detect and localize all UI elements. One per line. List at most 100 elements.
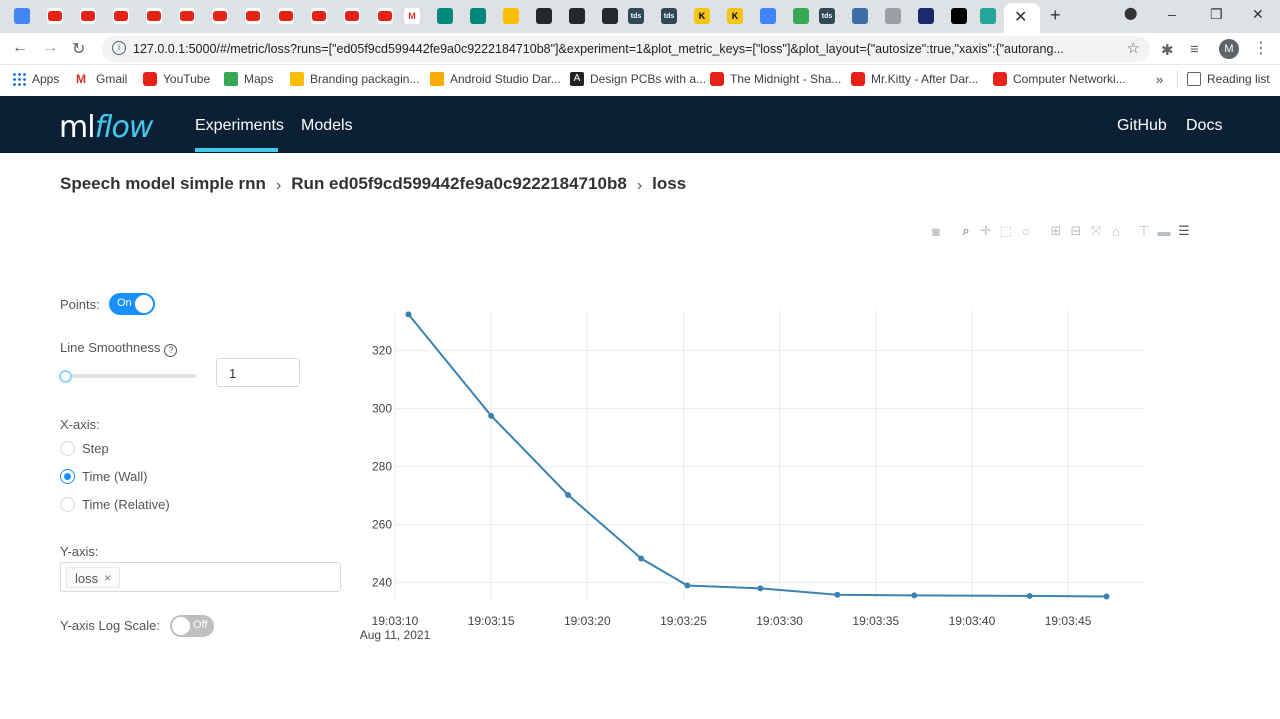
loss-data-point[interactable] [1026,592,1033,599]
omnibox[interactable]: i 127.0.0.1:5000/#/metric/loss?runs=["ed… [102,36,1150,62]
tab-favicon-icon[interactable]: tds [661,8,677,24]
tab-favicon-icon[interactable]: K [727,8,743,24]
minimize-icon[interactable]: – [1168,6,1176,22]
tab-search-icon[interactable]: ⬤ [1124,6,1137,20]
lasso-select-icon[interactable]: ○ [1016,223,1036,239]
hover-closest-icon[interactable]: ▬ [1154,223,1174,239]
tab-favicon-icon[interactable] [470,8,486,24]
nav-experiments[interactable]: Experiments [195,117,284,135]
loss-plot[interactable]: 240260280300320 19:03:10Aug 11, 202119:0… [360,300,1160,660]
tab-favicon-icon[interactable] [80,8,96,24]
zoom-out-icon[interactable]: ⊟ [1066,223,1086,239]
yaxis-select[interactable]: loss × [60,562,341,592]
breadcrumb-experiment[interactable]: Speech model simple rnn [60,174,266,194]
loss-data-point[interactable] [638,555,645,562]
bookmark-star-icon[interactable]: ☆ [1127,39,1140,57]
loss-data-point[interactable] [834,591,841,598]
back-icon[interactable]: ← [12,39,28,57]
tab-favicon-icon[interactable] [278,8,294,24]
loss-data-point[interactable] [405,311,412,318]
camera-icon[interactable]: ◙ [926,223,946,239]
nav-github[interactable]: GitHub [1117,117,1167,135]
reading-list[interactable]: Reading list [1187,72,1270,86]
loss-data-point[interactable] [684,582,691,589]
bookmark-item[interactable]: A Design PCBs with a... [570,72,706,86]
zoom-icon[interactable]: ⌕ [956,223,976,239]
bookmark-item[interactable]: The Midnight - Sha... [710,72,841,86]
tab-favicon-icon[interactable] [179,8,195,24]
tab-favicon-icon[interactable] [377,8,393,24]
tab-favicon-icon[interactable] [602,8,618,24]
tab-favicon-icon[interactable] [885,8,901,24]
breadcrumb-run[interactable]: Run ed05f9cd599442fe9a0c9222184710b8 [291,174,627,194]
tab-favicon-icon[interactable] [437,8,453,24]
profile-avatar[interactable]: M [1219,39,1239,59]
bookmark-item[interactable]: YouTube [143,72,210,86]
xaxis-radio[interactable] [60,497,75,512]
xaxis-radio[interactable] [60,441,75,456]
tab-favicon-icon[interactable] [14,8,30,24]
pan-icon[interactable]: ✛ [976,223,996,239]
tab-favicon-icon[interactable] [980,8,996,24]
tab-favicon-icon[interactable] [793,8,809,24]
url-text[interactable]: 127.0.0.1:5000/#/metric/loss?runs=["ed05… [133,42,1113,56]
tab-favicon-icon[interactable] [344,8,360,24]
tab-favicon-icon[interactable] [113,8,129,24]
new-tab-button[interactable]: + [1050,5,1061,26]
bookmarks-overflow[interactable]: » [1156,72,1163,87]
xaxis-radio-label[interactable]: Time (Relative) [82,497,170,512]
bookmark-item[interactable]: Branding packagin... [290,72,419,86]
tag-remove-icon[interactable]: × [104,571,111,587]
tab-favicon-icon[interactable] [503,8,519,24]
tab-favicon-icon[interactable] [852,8,868,24]
nav-docs[interactable]: Docs [1186,117,1222,135]
tab-favicon-icon[interactable]: tds [819,8,835,24]
tab-favicon-icon[interactable] [245,8,261,24]
tab-favicon-icon[interactable] [212,8,228,24]
points-toggle[interactable]: On [109,293,155,315]
zoom-in-icon[interactable]: ⊞ [1046,223,1066,239]
tab-favicon-icon[interactable] [951,8,967,24]
reset-axes-icon[interactable]: ⌂ [1106,223,1126,239]
xaxis-radio-label[interactable]: Time (Wall) [82,469,147,484]
xaxis-radio[interactable] [60,469,75,484]
tab-favicon-icon[interactable]: tds [628,8,644,24]
bookmark-item[interactable]: Apps [12,72,59,86]
nav-models[interactable]: Models [301,117,353,135]
loss-data-point[interactable] [488,412,495,419]
reload-icon[interactable]: ↻ [72,39,85,59]
tab-favicon-icon[interactable]: M [404,8,420,24]
tab-favicon-icon[interactable]: K [694,8,710,24]
xaxis-radio-label[interactable]: Step [82,441,109,456]
bookmark-item[interactable]: Maps [224,72,273,86]
smoothness-slider-handle[interactable] [59,370,72,383]
bookmark-item[interactable]: Android Studio Dar... [430,72,561,86]
smoothness-slider-track[interactable] [60,374,196,378]
loss-data-point[interactable] [565,492,572,499]
site-info-icon[interactable]: i [112,41,126,55]
bookmark-item[interactable]: Mr.Kitty - After Dar... [851,72,978,86]
bookmark-item[interactable]: M Gmail [76,72,127,86]
tab-favicon-icon[interactable] [47,8,63,24]
mlflow-logo[interactable]: mlflow [59,110,153,145]
restore-icon[interactable]: ❐ [1210,6,1223,23]
tab-favicon-icon[interactable] [569,8,585,24]
spike-lines-icon[interactable]: ⊤ [1134,223,1154,239]
tab-favicon-icon[interactable] [918,8,934,24]
tab-favicon-icon[interactable] [760,8,776,24]
box-select-icon[interactable]: ⬚ [996,223,1016,239]
tab-close-button[interactable]: ✕ [1014,7,1027,27]
autoscale-icon[interactable]: ⤧ [1086,223,1106,239]
hover-compare-icon[interactable]: ☰ [1174,223,1194,239]
tab-favicon-icon[interactable] [536,8,552,24]
bookmark-item[interactable]: Computer Networki... [993,72,1126,86]
tab-favicon-icon[interactable] [146,8,162,24]
close-window-icon[interactable]: ✕ [1252,6,1264,23]
smoothness-input[interactable]: 1 [216,358,300,387]
logscale-toggle[interactable]: Off [170,615,214,637]
forward-icon[interactable]: → [42,39,58,57]
help-icon[interactable]: ? [164,344,178,357]
media-control-icon[interactable]: ≡ [1190,41,1199,58]
tab-favicon-icon[interactable] [311,8,327,24]
loss-data-point[interactable] [911,592,918,599]
